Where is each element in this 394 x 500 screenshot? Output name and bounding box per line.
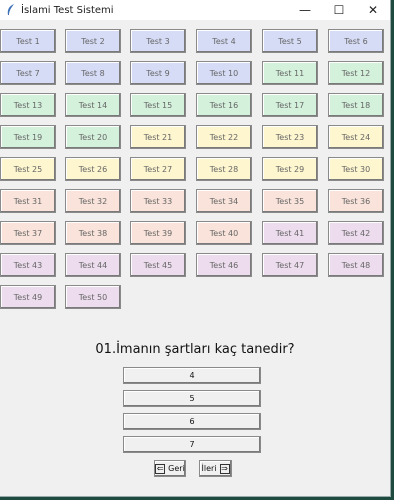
answer-option-2[interactable]: 5 — [123, 390, 261, 407]
test-button[interactable]: Test 22 — [196, 125, 252, 149]
test-button[interactable]: Test 20 — [65, 125, 121, 149]
test-button[interactable]: Test 27 — [130, 157, 186, 181]
test-button[interactable]: Test 4 — [196, 29, 252, 53]
test-button[interactable]: Test 37 — [0, 221, 56, 245]
test-button[interactable]: Test 11 — [262, 61, 318, 85]
app-window: İslami Test Sistemi — ☐ ✕ Test 1 Test 2 Te… — [0, 0, 391, 497]
test-button[interactable]: Test 49 — [0, 285, 56, 309]
back-label: Geri — [168, 464, 185, 473]
test-button[interactable]: Test 18 — [328, 93, 384, 117]
test-button[interactable]: Test 30 — [328, 157, 384, 181]
test-button[interactable]: Test 43 — [0, 253, 56, 277]
test-button[interactable]: Test 7 — [0, 61, 56, 85]
maximize-button[interactable]: ☐ — [322, 0, 356, 20]
test-button[interactable]: Test 6 — [328, 29, 384, 53]
arrow-right-icon: ⇒ — [219, 463, 230, 474]
test-button[interactable]: Test 41 — [262, 221, 318, 245]
test-button[interactable]: Test 10 — [196, 61, 252, 85]
test-button[interactable]: Test 28 — [196, 157, 252, 181]
answer-option-4[interactable]: 7 — [123, 436, 261, 453]
test-button[interactable]: Test 2 — [65, 29, 121, 53]
feather-icon — [7, 4, 14, 15]
test-button[interactable]: Test 36 — [328, 189, 384, 213]
test-button[interactable]: Test 48 — [328, 253, 384, 277]
title-bar: İslami Test Sistemi — ☐ ✕ — [0, 0, 390, 20]
test-button[interactable]: Test 9 — [130, 61, 186, 85]
test-button[interactable]: Test 23 — [262, 125, 318, 149]
window-controls: — ☐ ✕ — [288, 0, 390, 20]
test-button[interactable]: Test 42 — [328, 221, 384, 245]
next-label: İleri — [201, 464, 217, 473]
test-button[interactable]: Test 32 — [65, 189, 121, 213]
close-button[interactable]: ✕ — [356, 0, 390, 20]
test-button[interactable]: Test 33 — [130, 189, 186, 213]
test-button[interactable]: Test 50 — [65, 285, 121, 309]
test-button[interactable]: Test 15 — [130, 93, 186, 117]
test-button[interactable]: Test 31 — [0, 189, 56, 213]
test-button[interactable]: Test 46 — [196, 253, 252, 277]
question-text: 01.İmanın şartları kaç tanedir? — [95, 342, 295, 357]
test-button[interactable]: Test 14 — [65, 93, 121, 117]
test-button[interactable]: Test 16 — [196, 93, 252, 117]
window-title: İslami Test Sistemi — [21, 4, 114, 16]
test-button[interactable]: Test 44 — [65, 253, 121, 277]
test-button[interactable]: Test 34 — [196, 189, 252, 213]
test-button[interactable]: Test 13 — [0, 93, 56, 117]
test-button[interactable]: Test 8 — [65, 61, 121, 85]
test-button[interactable]: Test 5 — [262, 29, 318, 53]
test-button[interactable]: Test 26 — [65, 157, 121, 181]
test-button[interactable]: Test 24 — [328, 125, 384, 149]
test-button[interactable]: Test 45 — [130, 253, 186, 277]
answer-option-3[interactable]: 6 — [123, 413, 261, 430]
arrow-left-icon: ⇐ — [155, 463, 166, 474]
test-button[interactable]: Test 40 — [196, 221, 252, 245]
test-button[interactable]: Test 21 — [130, 125, 186, 149]
test-button[interactable]: Test 12 — [328, 61, 384, 85]
test-button[interactable]: Test 17 — [262, 93, 318, 117]
test-button[interactable]: Test 25 — [0, 157, 56, 181]
back-button[interactable]: ⇐ Geri — [154, 460, 186, 477]
minimize-button[interactable]: — — [288, 0, 322, 20]
answer-option-1[interactable]: 4 — [123, 367, 261, 384]
test-button[interactable]: Test 39 — [130, 221, 186, 245]
test-button[interactable]: Test 19 — [0, 125, 56, 149]
test-button[interactable]: Test 38 — [65, 221, 121, 245]
next-button[interactable]: İleri ⇒ — [199, 460, 232, 477]
test-button[interactable]: Test 29 — [262, 157, 318, 181]
test-button[interactable]: Test 1 — [0, 29, 56, 53]
test-button[interactable]: Test 47 — [262, 253, 318, 277]
test-button[interactable]: Test 3 — [130, 29, 186, 53]
test-button[interactable]: Test 35 — [262, 189, 318, 213]
